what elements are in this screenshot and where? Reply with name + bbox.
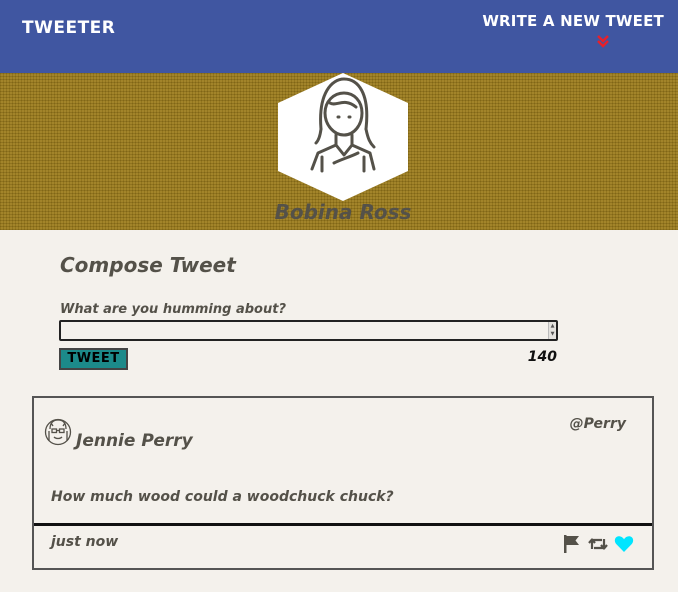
compose-title: Compose Tweet xyxy=(60,253,236,277)
compose-prompt-label: What are you humming about? xyxy=(60,302,286,317)
tweet-divider xyxy=(34,523,652,526)
tweet-author-name: Jennie Perry xyxy=(76,431,193,451)
retweet-icon[interactable] xyxy=(588,534,608,554)
write-new-tweet-toggle[interactable]: Write a new tweet xyxy=(482,10,664,54)
flag-icon[interactable] xyxy=(562,534,582,554)
woman-avatar-icon xyxy=(278,73,408,201)
robot-avatar-icon xyxy=(44,418,72,446)
brand-logo[interactable]: Tweeter xyxy=(22,18,115,38)
character-counter: 140 xyxy=(527,349,557,365)
tweet-actions xyxy=(562,534,636,554)
write-new-tweet-label: Write a new tweet xyxy=(482,12,664,30)
top-nav: Tweeter Write a new tweet xyxy=(0,0,678,73)
tweet-textarea[interactable] xyxy=(59,320,558,341)
tweet-body: How much wood could a woodchuck chuck? xyxy=(51,489,394,505)
heart-icon[interactable] xyxy=(614,534,634,554)
tweet-timestamp: just now xyxy=(51,534,119,550)
double-chevron-down-icon xyxy=(597,35,609,48)
textarea-spin-icon[interactable]: ▲ ▼ xyxy=(548,322,556,339)
tweet-card: Jennie Perry @Perry How much wood could … xyxy=(32,396,654,570)
tweet-author-handle: @Perry xyxy=(569,416,626,432)
profile-name: Bobina Ross xyxy=(274,200,412,224)
tweet-submit-button[interactable]: Tweet xyxy=(59,348,128,370)
profile-banner: Bobina Ross xyxy=(0,73,678,230)
